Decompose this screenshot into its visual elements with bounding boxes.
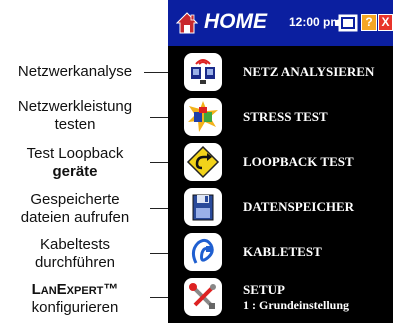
- close-button[interactable]: X: [378, 14, 393, 31]
- callout-stress-test-line2: testen: [54, 116, 96, 133]
- title-bar: HOME 12:00 pm ? X: [168, 0, 393, 46]
- callout-network-analysis-text: Netzwerkanalyse: [17, 63, 133, 80]
- callout-cable-test: Kabeltests durchführen: [0, 236, 150, 272]
- help-button[interactable]: ?: [361, 14, 377, 31]
- callout-loopback-line1: Test Loopback: [26, 145, 124, 162]
- callout-network-analysis: Netzwerkanalyse: [0, 63, 150, 81]
- callout-configure: LanExpert™ konfigurieren: [0, 281, 150, 317]
- menu-item-network-analysis[interactable]: NETZ ANALYSIEREN: [168, 51, 393, 95]
- callout-data-storage-line1: Gespeicherte: [30, 191, 120, 208]
- home-icon[interactable]: [175, 12, 199, 34]
- network-analysis-icon: [184, 53, 222, 91]
- callout-configure-line1: LanExpert™: [31, 281, 119, 298]
- callout-stress-test: Netzwerkleistung testen: [0, 98, 150, 134]
- menu-item-loopback-test[interactable]: LOOPBACK TEST: [168, 141, 393, 185]
- callout-loopback: Test Loopback geräte: [0, 145, 150, 181]
- menu-label-cable-test: KABLETEST: [243, 244, 322, 259]
- menu-item-data-storage[interactable]: DATENSPEICHER: [168, 186, 393, 230]
- menu-label-stress-test: STRESS TEST: [243, 109, 328, 124]
- menu-item-cable-test[interactable]: KABLETEST: [168, 231, 393, 275]
- menu-item-stress-test[interactable]: STRESS TEST: [168, 96, 393, 140]
- battery-icon: [336, 12, 362, 34]
- menu-label-setup: SETUP: [243, 282, 285, 297]
- loopback-icon: [184, 143, 222, 181]
- menu-label-network-analysis: NETZ ANALYSIEREN: [243, 64, 375, 79]
- menu-item-setup[interactable]: SETUP 1 : Grundeinstellung: [168, 276, 393, 320]
- menu-label-loopback-test: LOOPBACK TEST: [243, 154, 354, 169]
- callout-cable-test-line1: Kabeltests: [39, 236, 111, 253]
- clock-time: 12:00 pm: [289, 15, 342, 29]
- data-storage-icon: [184, 188, 222, 226]
- menu-label-data-storage: DATENSPEICHER: [243, 199, 355, 214]
- callout-loopback-line2: geräte: [52, 163, 98, 180]
- callout-data-storage: Gespeicherte dateien aufrufen: [0, 191, 150, 227]
- stress-test-icon: [184, 98, 222, 136]
- callout-cable-test-line2: durchführen: [34, 254, 116, 271]
- device-screen: HOME 12:00 pm ? X NETZ ANALYSIEREN STRES…: [168, 0, 393, 323]
- callout-configure-line2: konfigurieren: [31, 299, 119, 316]
- callout-data-storage-line2: dateien aufrufen: [20, 209, 130, 226]
- cable-test-icon: [184, 233, 222, 271]
- menu-sublabel-setup: 1 : Grundeinstellung: [243, 298, 350, 312]
- setup-tools-icon: [184, 278, 222, 316]
- page-title: HOME: [204, 10, 267, 33]
- callout-stress-test-line1: Netzwerkleistung: [17, 98, 133, 115]
